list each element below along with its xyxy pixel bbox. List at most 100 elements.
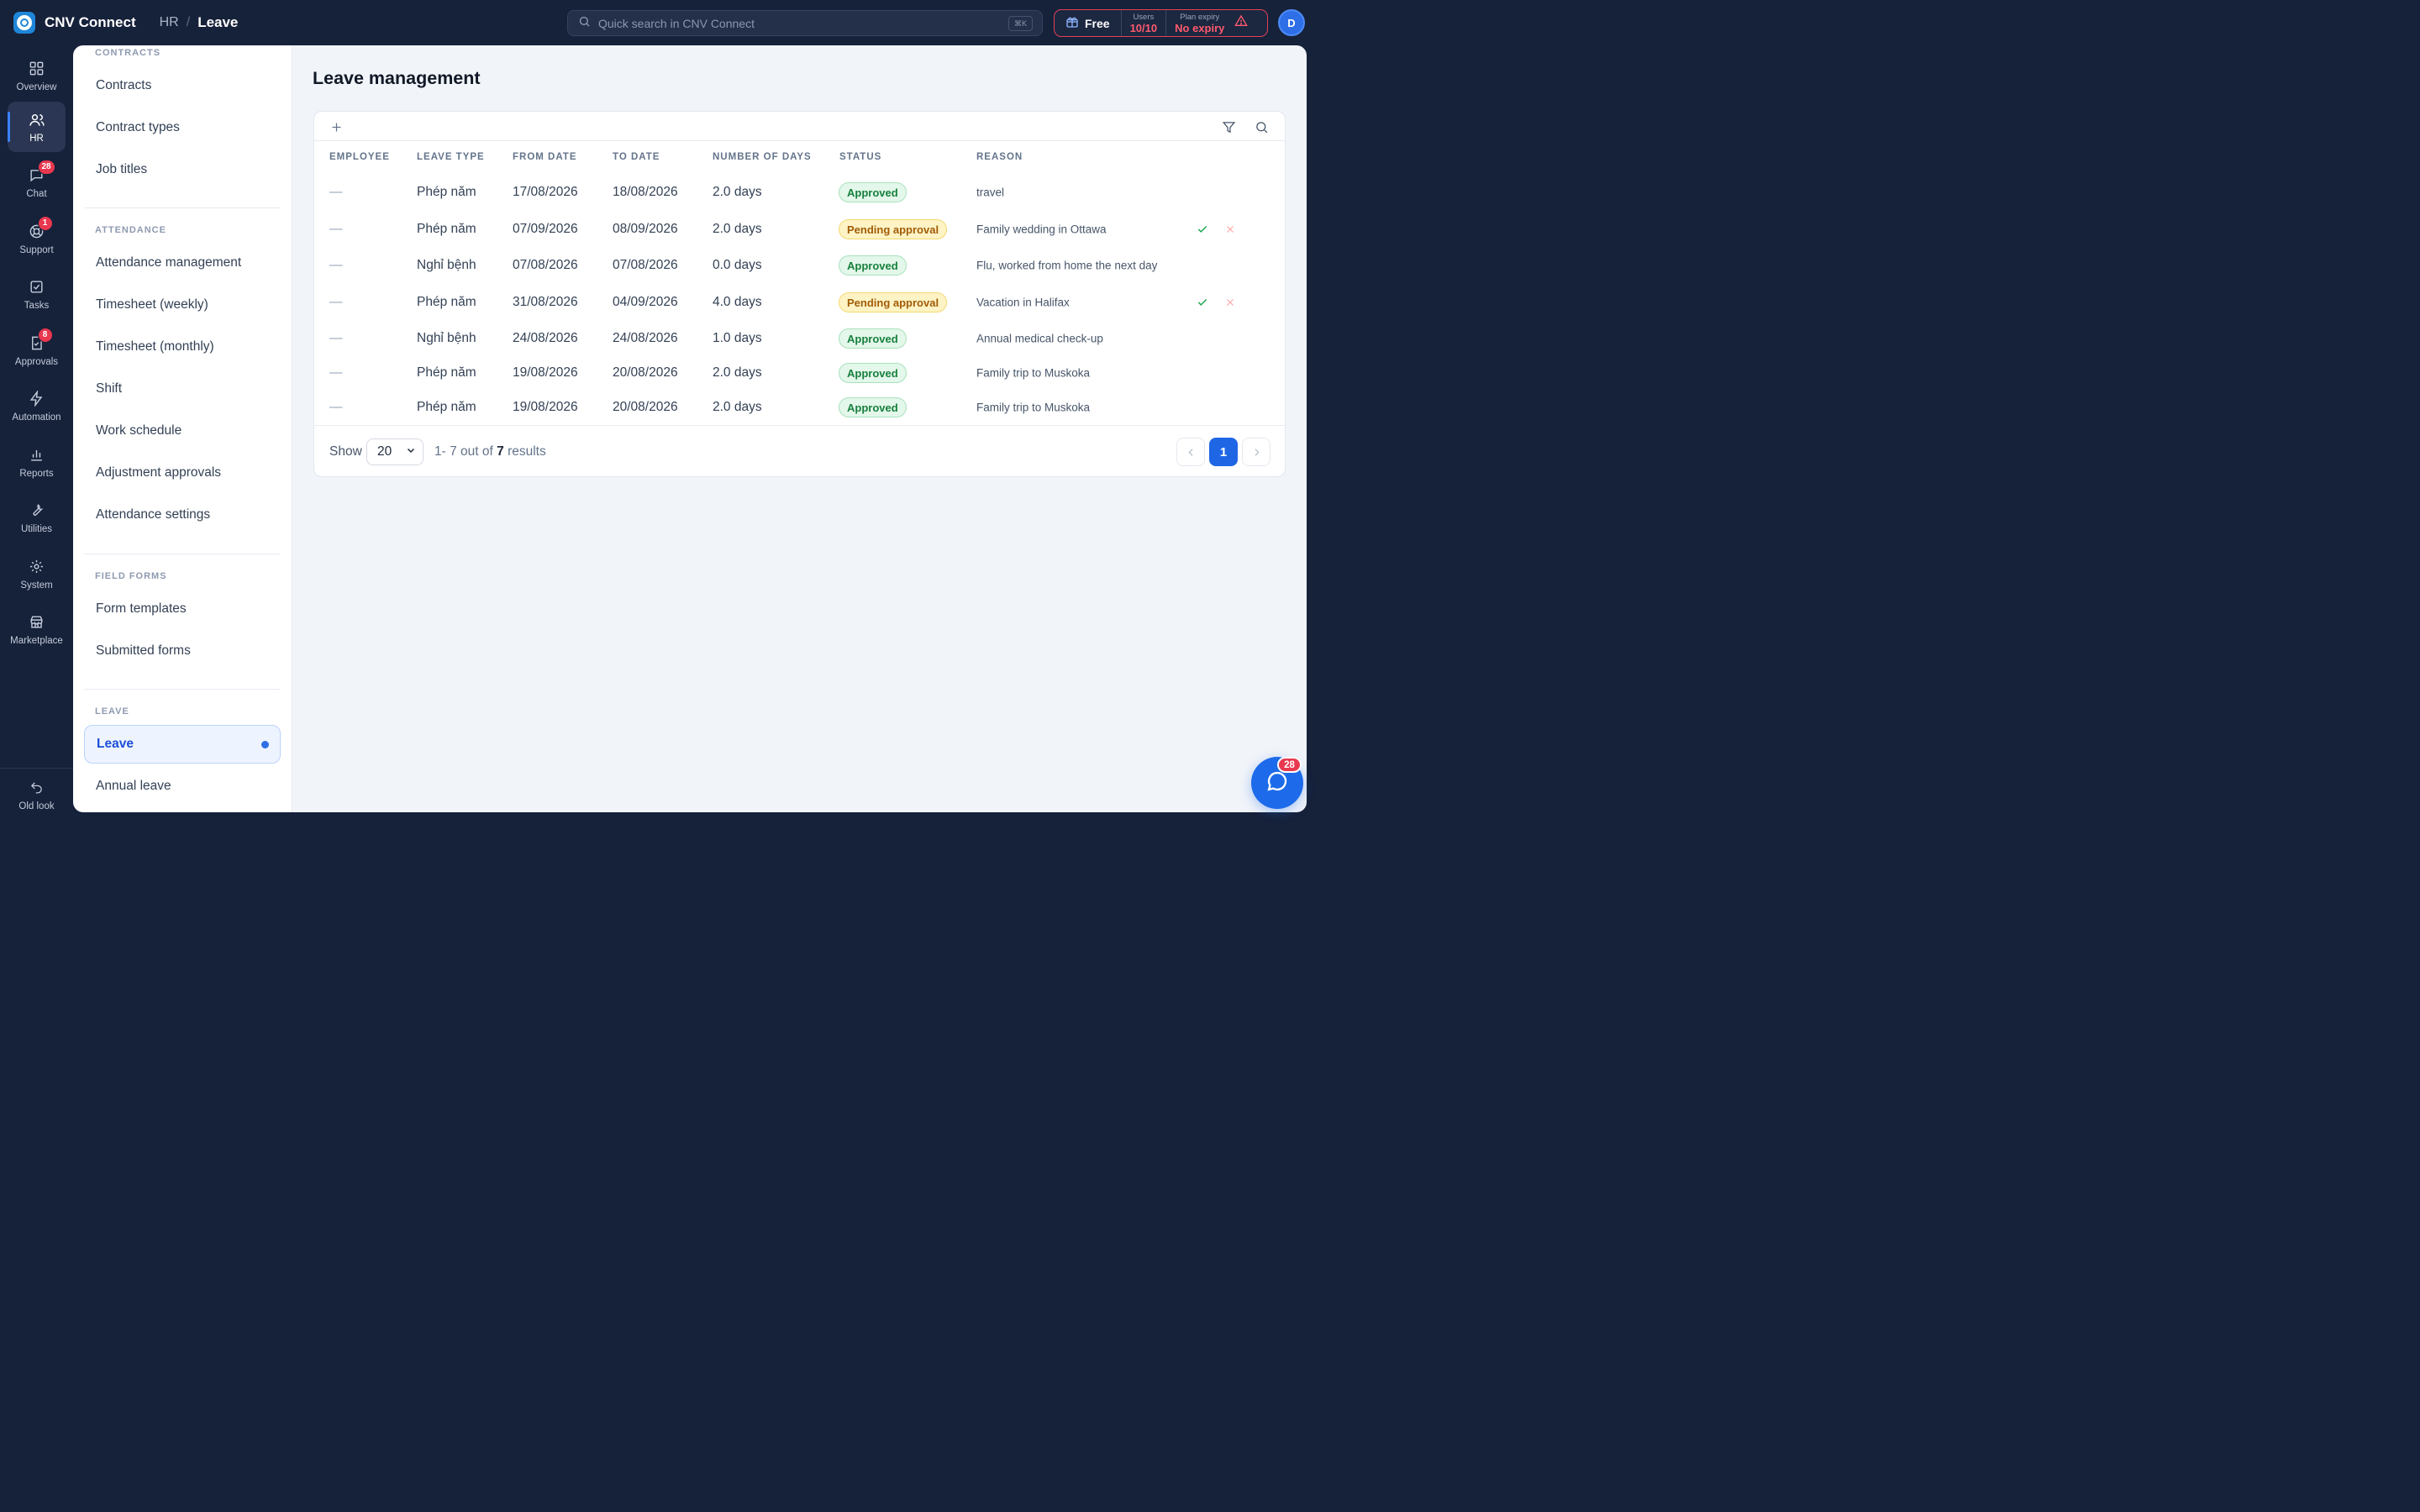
- nav-contract-types[interactable]: Contract types: [84, 108, 281, 147]
- rail-item-utilities[interactable]: Utilities: [8, 492, 66, 543]
- column-to-date[interactable]: TO DATE: [613, 152, 660, 162]
- search-bar[interactable]: ⌘K: [567, 10, 1043, 36]
- plan-expiry-label: Plan expiry: [1180, 12, 1220, 22]
- from-date-cell: 31/08/2026: [513, 295, 578, 309]
- brand[interactable]: CNV Connect: [13, 12, 136, 34]
- next-page-button[interactable]: [1242, 438, 1270, 466]
- nav-job-titles[interactable]: Job titles: [84, 150, 281, 189]
- to-date-cell: 20/08/2026: [613, 365, 678, 380]
- rail-item-reports[interactable]: Reports: [8, 437, 66, 487]
- nav-adjustment-approvals[interactable]: Adjustment approvals: [84, 454, 281, 492]
- rail-item-system[interactable]: System: [8, 549, 66, 599]
- plan-expiry: Plan expiry No expiry: [1165, 10, 1233, 36]
- nav-annual-leave[interactable]: Annual leave: [84, 767, 281, 806]
- section-label-contracts: CONTRACTS: [95, 48, 161, 58]
- table-row[interactable]: — Phép năm 19/08/2026 20/08/2026 2.0 day…: [314, 356, 1285, 390]
- nav-attendance-management[interactable]: Attendance management: [84, 244, 281, 282]
- from-date-cell: 07/09/2026: [513, 222, 578, 236]
- reject-x-icon[interactable]: [1223, 223, 1237, 236]
- table-search-icon[interactable]: [1253, 118, 1270, 135]
- section-label-field-forms: FIELD FORMS: [95, 571, 167, 581]
- nav-leave-label: Leave: [97, 737, 134, 751]
- table-row[interactable]: — Phép năm 07/09/2026 08/09/2026 2.0 day…: [314, 213, 1285, 246]
- main-content: Leave management EMPLOYEE LEAVE TYPE FRO…: [292, 45, 1307, 812]
- column-number-of-days[interactable]: NUMBER OF DAYS: [713, 152, 812, 162]
- rail-divider: [0, 768, 73, 769]
- nav-work-schedule[interactable]: Work schedule: [84, 412, 281, 450]
- table-row[interactable]: — Phép năm 31/08/2026 04/09/2026 4.0 day…: [314, 286, 1285, 319]
- breadcrumb-hr[interactable]: HR: [160, 15, 179, 30]
- from-date-cell: 19/08/2026: [513, 400, 578, 414]
- days-cell: 2.0 days: [713, 400, 762, 414]
- breadcrumb: HR / Leave: [160, 14, 239, 31]
- nav-timesheet-weekly[interactable]: Timesheet (weekly): [84, 286, 281, 324]
- nav-attendance-settings[interactable]: Attendance settings: [84, 496, 281, 534]
- table-row[interactable]: — Nghỉ bệnh 07/08/2026 07/08/2026 0.0 da…: [314, 249, 1285, 282]
- gift-icon: [1065, 15, 1079, 31]
- old-look-label: Old look: [18, 801, 55, 811]
- previous-page-button[interactable]: [1176, 438, 1205, 466]
- to-date-cell: 04/09/2026: [613, 295, 678, 309]
- status-badge: Pending approval: [839, 292, 948, 312]
- rail-item-chat[interactable]: 28 Chat: [8, 157, 66, 207]
- reason-cell: Family trip to Muskoka: [976, 401, 1091, 414]
- nav-shift[interactable]: Shift: [84, 370, 281, 408]
- reason-cell: Annual medical check-up: [976, 332, 1103, 345]
- rail-item-marketplace[interactable]: Marketplace: [8, 604, 66, 654]
- column-status[interactable]: STATUS: [839, 152, 881, 162]
- leave-type-cell: Phép năm: [417, 400, 476, 414]
- from-date-cell: 24/08/2026: [513, 331, 578, 345]
- nav-submitted-forms[interactable]: Submitted forms: [84, 632, 281, 670]
- table-row[interactable]: — Phép năm 19/08/2026 20/08/2026 2.0 day…: [314, 391, 1285, 424]
- page-title: Leave management: [313, 68, 481, 88]
- rail-item-hr[interactable]: HR: [8, 102, 66, 152]
- old-look-button[interactable]: Old look: [8, 769, 66, 820]
- leave-type-cell: Phép năm: [417, 295, 476, 309]
- rail-item-automation[interactable]: Automation: [8, 381, 66, 431]
- employee-cell: —: [329, 222, 343, 236]
- rail-item-approvals[interactable]: 8 Approvals: [8, 325, 66, 375]
- column-employee[interactable]: EMPLOYEE: [329, 152, 390, 162]
- days-cell: 4.0 days: [713, 295, 762, 309]
- nav-contracts[interactable]: Contracts: [84, 66, 281, 105]
- rail-label: Marketplace: [10, 635, 63, 646]
- table-row[interactable]: — Phép năm 17/08/2026 18/08/2026 2.0 day…: [314, 176, 1285, 209]
- undo-icon: [28, 779, 46, 797]
- reason-cell: Family wedding in Ottawa: [976, 223, 1107, 236]
- rail-label: Reports: [19, 468, 54, 479]
- user-avatar[interactable]: D: [1278, 9, 1305, 36]
- plan-status[interactable]: Free Users 10/10 Plan expiry No expiry: [1054, 9, 1268, 37]
- section-divider: [84, 207, 281, 208]
- column-from-date[interactable]: FROM DATE: [513, 152, 577, 162]
- leave-table-card: EMPLOYEE LEAVE TYPE FROM DATE TO DATE NU…: [313, 111, 1286, 477]
- page-size-select[interactable]: 20: [366, 438, 424, 465]
- from-date-cell: 19/08/2026: [513, 365, 578, 380]
- rail-item-support[interactable]: 1 Support: [8, 213, 66, 264]
- rail-label: Approvals: [14, 356, 59, 367]
- column-leave-type[interactable]: LEAVE TYPE: [417, 152, 485, 162]
- nav-timesheet-monthly[interactable]: Timesheet (monthly): [84, 328, 281, 366]
- to-date-cell: 07/08/2026: [613, 258, 678, 272]
- app-name: CNV Connect: [45, 14, 136, 30]
- column-reason[interactable]: REASON: [976, 152, 1023, 162]
- days-cell: 0.0 days: [713, 258, 762, 272]
- chevron-down-icon: [406, 444, 416, 459]
- rail-label: Overview: [16, 81, 57, 92]
- employee-cell: —: [329, 400, 343, 414]
- nav-leave[interactable]: Leave: [84, 725, 281, 764]
- rail-item-overview[interactable]: Overview: [8, 50, 66, 101]
- employee-cell: —: [329, 295, 343, 309]
- plan-name[interactable]: Free: [1055, 10, 1122, 36]
- table-row[interactable]: — Nghỉ bệnh 24/08/2026 24/08/2026 1.0 da…: [314, 322, 1285, 355]
- store-icon: [28, 613, 46, 632]
- rail-item-tasks[interactable]: Tasks: [8, 269, 66, 319]
- approve-check-icon[interactable]: [1196, 223, 1209, 236]
- filter-icon[interactable]: [1220, 118, 1237, 135]
- search-input[interactable]: [598, 16, 993, 30]
- page-1-button[interactable]: 1: [1209, 438, 1238, 466]
- add-leave-button[interactable]: [328, 118, 345, 135]
- leave-type-cell: Phép năm: [417, 365, 476, 380]
- reject-x-icon[interactable]: [1223, 296, 1237, 309]
- nav-form-templates[interactable]: Form templates: [84, 590, 281, 628]
- approve-check-icon[interactable]: [1196, 296, 1209, 309]
